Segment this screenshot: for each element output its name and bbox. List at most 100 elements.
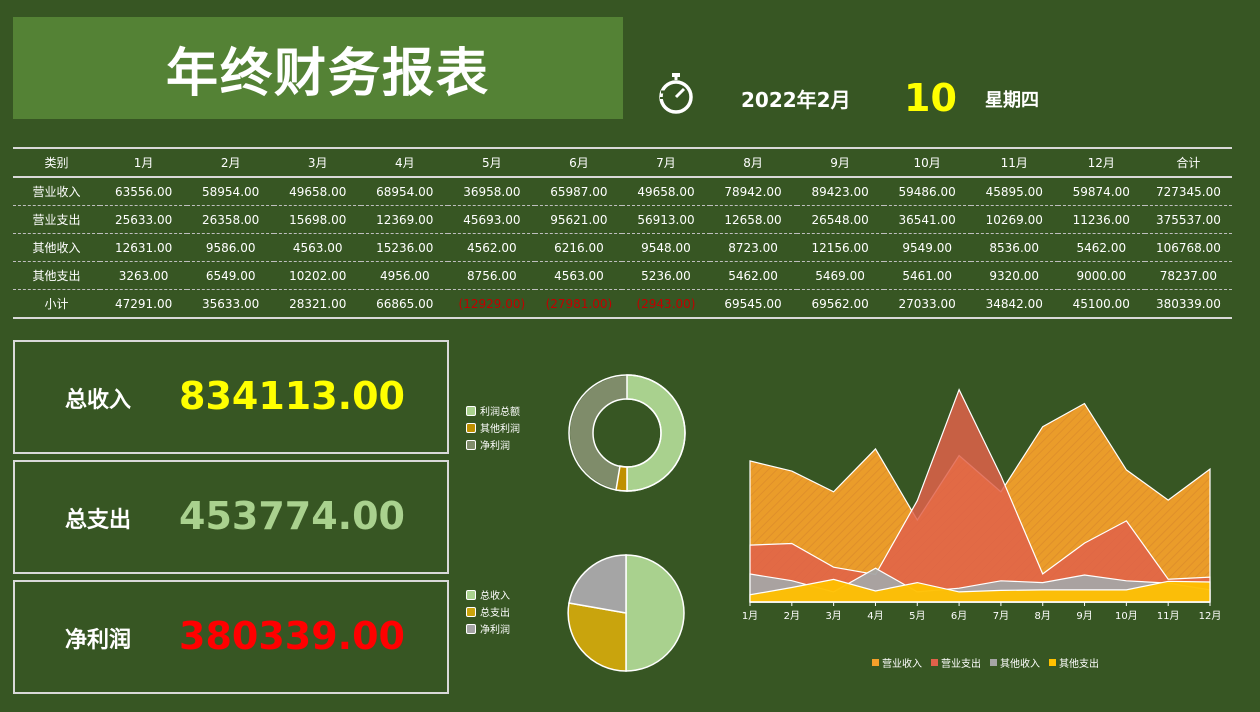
table-cell: 27033.00 (898, 296, 956, 311)
legend-label: 利润总额 (480, 407, 520, 418)
stopwatch-icon (659, 73, 693, 114)
table-row-label: 其他收入 (32, 241, 81, 255)
x-tick-label: 5月 (909, 610, 925, 622)
date-year-month: 2022年2月 (741, 88, 851, 112)
legend-label: 营业收入 (882, 659, 922, 670)
area-legend-item: 营业支出 (931, 655, 981, 670)
net-profit-value: 380339.00 (179, 614, 405, 658)
donut-slice-profit-total (626, 374, 686, 492)
table-cell: 58954.00 (202, 184, 260, 199)
donut-inner-ring (592, 398, 662, 468)
total-expense-card: 总支出 453774.00 (13, 460, 449, 574)
table-cell: 68954.00 (376, 184, 434, 199)
legend-swatch (466, 589, 476, 600)
net-profit-card: 净利润 380339.00 (13, 580, 449, 694)
title-banner: 年终财务报表 (13, 17, 623, 119)
table-cell: 69545.00 (724, 296, 782, 311)
table-header-cell: 11月 (1000, 156, 1028, 170)
table-cell: 12369.00 (376, 212, 434, 227)
legend-item: 其他利润 (466, 419, 520, 436)
x-tick-label: 2月 (784, 610, 800, 622)
table-row-label: 小计 (44, 297, 69, 311)
x-tick-label: 10月 (1115, 610, 1138, 622)
table-header-cell: 12月 (1087, 156, 1115, 170)
table-cell: 65987.00 (550, 184, 608, 199)
table-header-cell: 3月 (307, 156, 328, 170)
x-tick-label: 8月 (1035, 610, 1051, 622)
table-header-cell: 4月 (394, 156, 415, 170)
table-cell: 4563.00 (554, 268, 604, 283)
table-cell: 8536.00 (989, 240, 1040, 255)
table-cell: 66865.00 (376, 296, 434, 311)
legend-swatch (1049, 659, 1056, 666)
table-cell: 59874.00 (1072, 184, 1130, 199)
table-cell: 34842.00 (985, 296, 1043, 311)
table-cell: 9548.00 (641, 240, 691, 255)
table-cell: 78942.00 (724, 184, 782, 199)
table-cell: 9586.00 (205, 240, 256, 255)
legend-item: 利润总额 (466, 402, 520, 419)
legend-swatch (466, 439, 476, 450)
table-header-cell: 1月 (133, 156, 154, 170)
table-row: 小计 47291.00 35633.00 28321.00 66865.00 (12929… (13, 290, 1232, 318)
table-cell: 45100.00 (1072, 296, 1130, 311)
legend-item: 总收入 (466, 586, 510, 603)
table-cell: 3263.00 (118, 268, 169, 283)
table-cell: 35633.00 (202, 296, 260, 311)
table-cell: 8756.00 (467, 268, 517, 283)
table-header-cell: 5月 (482, 156, 502, 170)
x-tick-label: 6月 (951, 610, 967, 622)
table-header-cell: 8月 (743, 156, 763, 170)
table-cell: 5461.00 (902, 268, 952, 283)
legend-label: 净利润 (480, 441, 510, 452)
x-tick-label: 3月 (825, 610, 841, 622)
table-cell: 5236.00 (641, 268, 691, 283)
legend-swatch (466, 405, 476, 416)
table-cell: 5462.00 (728, 268, 778, 283)
table-cell: 10202.00 (289, 268, 347, 283)
legend-swatch (466, 606, 476, 617)
table-header-row: 类别 1月 2月 3月 4月 5月 6月 7月 8月 9月 10月 11月 12月 合计 (13, 148, 1232, 177)
table-cell: 28321.00 (289, 296, 347, 311)
table-row: 其他收入 12631.00 9586.00 4563.00 15236.00 4562.0… (13, 234, 1232, 262)
table-cell: 12631.00 (114, 240, 173, 255)
table-row-label: 营业支出 (32, 213, 81, 227)
pie-slice-profit (568, 554, 627, 614)
table-cell: 11236.00 (1072, 212, 1130, 227)
table-cell: 45693.00 (463, 212, 521, 227)
legend-swatch (466, 422, 476, 433)
total-income-card: 总收入 834113.00 (13, 340, 449, 454)
table-cell: 4562.00 (467, 240, 517, 255)
date-day: 10 (904, 76, 957, 120)
x-tick-label: 1月 (742, 610, 758, 622)
table-cell: (27981.00) (545, 296, 613, 311)
pie-slice-expense (567, 602, 627, 672)
total-expense-value: 453774.00 (179, 494, 405, 538)
table-cell: 6549.00 (205, 268, 256, 283)
table-cell: 4956.00 (379, 268, 430, 283)
table-header-cell: 10月 (913, 156, 941, 170)
table-cell: 26548.00 (811, 212, 869, 227)
legend-label: 其他支出 (1059, 659, 1099, 670)
x-tick-label: 4月 (867, 610, 883, 622)
x-tick-label: 9月 (1076, 610, 1092, 622)
page-title: 年终财务报表 (165, 43, 490, 104)
date-weekday: 星期四 (985, 90, 1039, 111)
table-cell: 5462.00 (1076, 240, 1127, 255)
table-cell: 106768.00 (1155, 240, 1221, 255)
table-cell: 36541.00 (898, 212, 956, 227)
table-row-label: 营业收入 (32, 185, 81, 199)
table-cell: 56913.00 (637, 212, 695, 227)
area-chart: 1月 2月 3月 4月 5月 6月 7月 8月 9月 10月 11月 12月 (742, 388, 1221, 622)
legend-label: 净利润 (480, 625, 510, 636)
area-legend-item: 其他收入 (990, 655, 1040, 670)
pie-legend: 总收入 总支出 净利润 (466, 586, 510, 637)
table-cell: 25633.00 (114, 212, 173, 227)
total-expense-label: 总支出 (65, 508, 132, 533)
total-income-value: 834113.00 (179, 374, 405, 418)
table-cell: 63556.00 (114, 184, 173, 199)
table-row-label: 其他支出 (32, 269, 81, 283)
table-cell: 9320.00 (989, 268, 1040, 283)
x-tick-label: 11月 (1157, 610, 1180, 622)
table-cell: 5469.00 (815, 268, 865, 283)
